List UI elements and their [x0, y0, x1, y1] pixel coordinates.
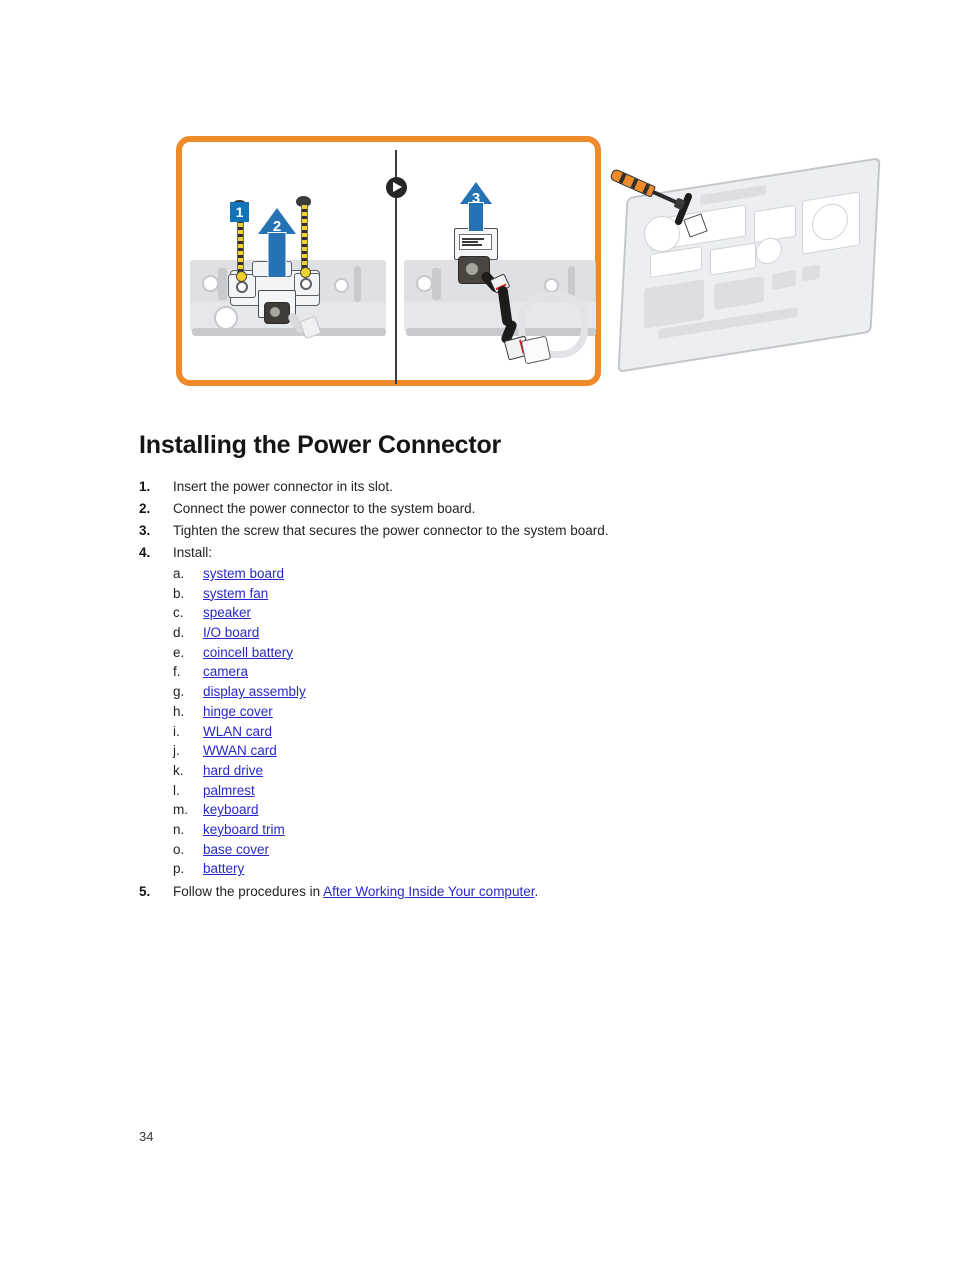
list-marker: d. [173, 625, 185, 641]
chassis-hole [334, 278, 349, 293]
page-title: Installing the Power Connector [139, 431, 502, 459]
list-item: o. base cover [173, 840, 839, 860]
step-text: Install: [173, 545, 213, 560]
chassis-hole [214, 306, 238, 330]
link-io-board[interactable]: I/O board [203, 623, 259, 643]
play-icon [386, 177, 407, 198]
list-item: c. speaker [173, 603, 839, 623]
list-item: i. WLAN card [173, 722, 839, 742]
chassis-hole [202, 275, 219, 292]
step-text: Insert the power connector in its slot. [173, 479, 393, 494]
list-marker: p. [173, 861, 185, 877]
link-base-cover[interactable]: base cover [203, 840, 269, 860]
bracket-screw-hole-right [300, 278, 312, 290]
step-text: Follow the procedures in After Working I… [173, 881, 839, 902]
link-keyboard[interactable]: keyboard [203, 800, 259, 820]
list-item: p. battery [173, 859, 839, 879]
link-wwan-card[interactable]: WWAN card [203, 741, 277, 761]
laptop-base-illustration [609, 157, 884, 373]
step-number: 4. [139, 545, 151, 560]
instruction-steps: 1. Insert the power connector in its slo… [139, 476, 839, 903]
chassis-bump [218, 268, 227, 300]
bracket-screw-hole-left [236, 281, 248, 293]
chassis-hole [544, 278, 559, 293]
screw-shaft [301, 205, 308, 269]
step-1: 1. Insert the power connector in its slo… [139, 476, 839, 497]
link-wlan-card[interactable]: WLAN card [203, 722, 272, 742]
link-camera[interactable]: camera [203, 662, 248, 682]
arrow-shaft [267, 232, 287, 278]
list-item: f. camera [173, 662, 839, 682]
list-item: g. display assembly [173, 682, 839, 702]
power-cable-plug-flap [520, 335, 552, 365]
screw-tip [236, 271, 247, 282]
document-page: 1 2 3 Installing the Power Connector 1. … [0, 0, 954, 1268]
list-marker: c. [173, 605, 184, 621]
list-item: n. keyboard trim [173, 820, 839, 840]
list-marker: n. [173, 821, 185, 837]
link-hard-drive[interactable]: hard drive [203, 761, 263, 781]
install-component-list: a. system board b. system fan c. speaker… [173, 564, 839, 879]
chassis-bump [354, 266, 361, 302]
list-item: k. hard drive [173, 761, 839, 781]
step-number: 3. [139, 523, 151, 538]
step-number: 2. [139, 501, 151, 516]
step-number: 5. [139, 884, 151, 899]
list-marker: k. [173, 762, 184, 778]
step-text-prefix: Follow the procedures in [173, 884, 324, 899]
link-palmrest[interactable]: palmrest [203, 781, 255, 801]
step-2: 2. Connect the power connector to the sy… [139, 498, 839, 519]
list-marker: m. [173, 802, 188, 818]
list-marker: o. [173, 841, 185, 857]
link-battery[interactable]: battery [203, 859, 244, 879]
step-3: 3. Tighten the screw that secures the po… [139, 520, 839, 541]
link-after-working-inside-your-computer[interactable]: After Working Inside Your computer [323, 884, 534, 899]
list-marker: a. [173, 566, 185, 581]
power-connector-barrel-inner [466, 263, 478, 275]
list-marker: j. [173, 743, 180, 759]
laptop-port-area [802, 264, 820, 282]
page-number: 34 [139, 1129, 154, 1144]
link-system-fan[interactable]: system fan [203, 584, 268, 604]
list-item: b. system fan [173, 584, 839, 604]
list-item: j. WWAN card [173, 741, 839, 761]
list-marker: f. [173, 664, 181, 680]
power-connector-barrel-inner-left [270, 307, 280, 317]
link-hinge-cover[interactable]: hinge cover [203, 702, 273, 722]
list-marker: b. [173, 585, 185, 601]
link-system-board[interactable]: system board [203, 564, 284, 584]
list-marker: g. [173, 684, 185, 700]
step-5: 5. Follow the procedures in After Workin… [139, 881, 839, 902]
illustration-frame: 1 2 3 [176, 136, 601, 386]
screw-tip [300, 267, 311, 278]
list-item: l. palmrest [173, 781, 839, 801]
link-display-assembly[interactable]: display assembly [203, 682, 306, 702]
link-speaker[interactable]: speaker [203, 603, 251, 623]
callout-label-3: 3 [471, 190, 481, 207]
screwdriver-handle [609, 168, 657, 198]
callout-label-2: 2 [272, 218, 282, 235]
link-keyboard-trim[interactable]: keyboard trim [203, 820, 285, 840]
step-text: Connect the power connector to the syste… [173, 501, 476, 516]
step-text: Tighten the screw that secures the power… [173, 523, 609, 538]
list-item: e. coincell battery [173, 643, 839, 663]
step-4: 4. Install: [139, 542, 839, 563]
power-connector-label [459, 234, 492, 250]
list-marker: l. [173, 782, 180, 798]
callout-badge-1: 1 [230, 202, 249, 222]
chassis-bump [432, 268, 441, 300]
chassis-hole [416, 275, 433, 292]
link-coincell-battery[interactable]: coincell battery [203, 643, 293, 663]
list-item: h. hinge cover [173, 702, 839, 722]
step-text-suffix: . [534, 884, 539, 899]
step-number: 1. [139, 479, 151, 494]
list-item: d. I/O board [173, 623, 839, 643]
figure-power-connector-install: 1 2 3 [176, 130, 888, 396]
list-item: a. system board [173, 564, 839, 584]
list-marker: i. [173, 723, 180, 739]
list-item: m. keyboard [173, 800, 839, 820]
chassis-edge [192, 328, 386, 336]
list-marker: h. [173, 703, 185, 719]
list-marker: e. [173, 644, 185, 660]
